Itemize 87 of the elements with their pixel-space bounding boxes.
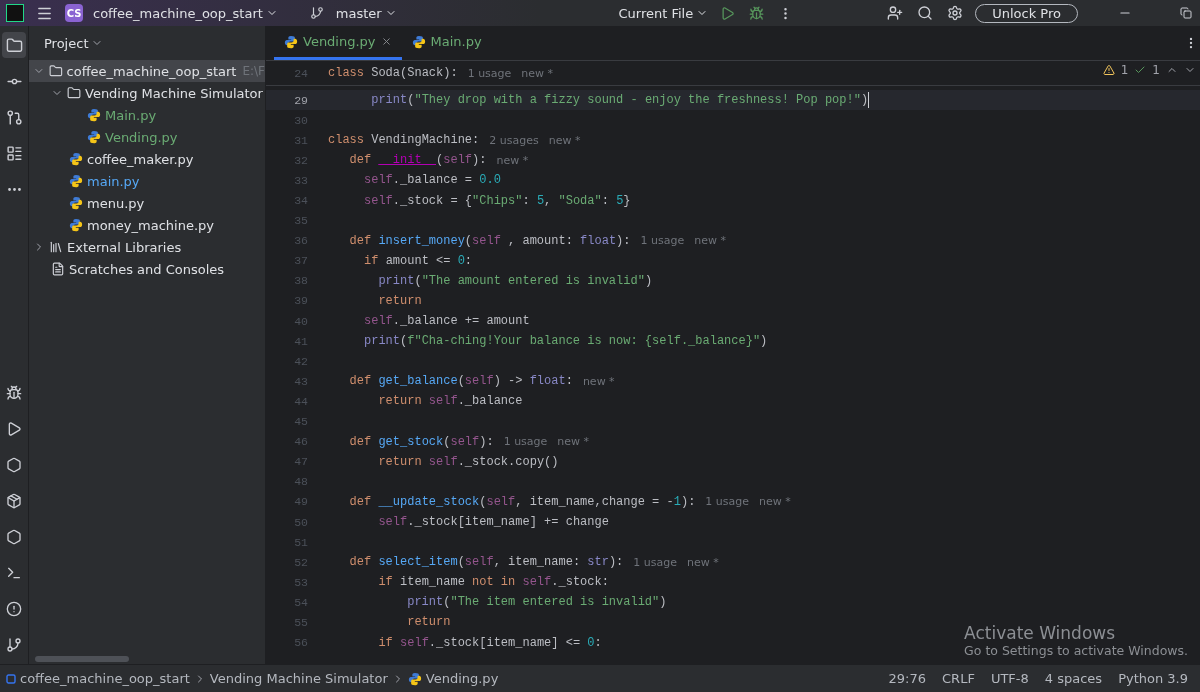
tree-item[interactable]: Scratches and Consoles bbox=[29, 258, 265, 280]
python-file-icon bbox=[69, 196, 83, 210]
warning-icon[interactable] bbox=[1102, 64, 1115, 76]
inlay-hint: new * bbox=[548, 133, 581, 147]
breadcrumb[interactable]: Vending Machine Simulator bbox=[209, 671, 388, 686]
tree-item[interactable]: menu.py bbox=[29, 192, 265, 214]
code-line: print("The amount entered is invalid") bbox=[377, 273, 653, 288]
code-line: return self._stock.copy() bbox=[377, 454, 559, 469]
python-file-icon bbox=[87, 108, 101, 122]
tree-item[interactable]: External Libraries bbox=[29, 236, 265, 258]
module-icon bbox=[6, 673, 16, 684]
code-line: def insert_money(self , amount: float): bbox=[348, 233, 631, 248]
branch-dropdown[interactable]: master bbox=[335, 5, 397, 21]
inlay-hint: new * bbox=[759, 495, 791, 509]
project-icon[interactable] bbox=[2, 32, 26, 58]
inlay-hint: 1 usage bbox=[503, 435, 548, 449]
tree-item[interactable]: Main.py bbox=[29, 104, 265, 126]
inlay-hint: new * bbox=[496, 153, 529, 167]
status-item[interactable]: 29:76 bbox=[882, 671, 933, 686]
code-line: def __init__(self): bbox=[348, 153, 487, 168]
python-file-icon bbox=[284, 34, 298, 49]
breadcrumb[interactable]: coffee_machine_oop_start bbox=[20, 671, 190, 686]
line-number: 29 bbox=[293, 93, 309, 107]
breadcrumb[interactable]: Vending.py bbox=[425, 671, 499, 686]
python-file-icon bbox=[411, 34, 426, 49]
inlay-hint: 1 usage bbox=[705, 495, 750, 509]
text-cursor bbox=[868, 92, 870, 109]
project-dropdown[interactable]: coffee_machine_oop_start bbox=[93, 5, 278, 21]
tree-item[interactable]: money_machine.py bbox=[29, 214, 265, 236]
typo-count: 1 bbox=[1152, 63, 1160, 77]
inlay-hint: new * bbox=[694, 234, 726, 248]
python-file-icon bbox=[69, 152, 83, 166]
code-line: print(f"Cha-ching!Your balance is now: {self._balance}") bbox=[363, 334, 768, 349]
code-line: self._stock[item_name] += change bbox=[377, 515, 609, 529]
status-item[interactable]: UTF-8 bbox=[984, 671, 1035, 686]
code-line: class Soda(Snack): bbox=[328, 66, 458, 80]
code-line: def get_stock(self): bbox=[348, 434, 494, 449]
code-line: if amount <= 0: bbox=[363, 253, 473, 268]
python-file-icon bbox=[407, 671, 422, 686]
python-file-icon bbox=[69, 174, 83, 188]
activation-message: Go to Settings to activate Windows. bbox=[964, 643, 1188, 658]
inlay-hint: 2 usages bbox=[489, 133, 539, 147]
scratches-icon bbox=[51, 262, 65, 276]
code-line: def select_item(self, item_name: str): bbox=[348, 555, 624, 570]
tree-item[interactable]: Vending.py bbox=[29, 126, 265, 148]
folder-icon bbox=[67, 86, 81, 100]
typo-icon[interactable] bbox=[1134, 64, 1147, 76]
code-line: def get_balance(self) -> float: bbox=[348, 374, 573, 389]
code-line: print("They drop with a fizzy sound - enjoy the freshness! Pop pop!") bbox=[370, 93, 869, 108]
activation-title: Activate Windows bbox=[964, 623, 1117, 643]
code-line: class VendingMachine: bbox=[328, 133, 480, 148]
tree-item[interactable]: Vending Machine Simulator bbox=[29, 82, 265, 104]
inlay-hint: new * bbox=[557, 435, 590, 449]
inlay-hint: 1 usage bbox=[467, 66, 512, 80]
inlay-hint: new * bbox=[582, 374, 615, 388]
code-line: if self._stock[item_name] <= 0: bbox=[377, 635, 602, 650]
status-item[interactable]: CRLF bbox=[936, 671, 981, 686]
code-line: if item_name not in self._stock: bbox=[377, 575, 609, 590]
code-line: return bbox=[377, 294, 422, 308]
app-logo-icon bbox=[6, 4, 24, 22]
inlay-hint: 1 usage bbox=[633, 555, 677, 569]
code-line: def __update_stock(self, item_name,change = -1): bbox=[348, 494, 696, 509]
library-icon bbox=[49, 240, 63, 254]
close-icon[interactable] bbox=[380, 36, 392, 47]
code-line: self._balance += amount bbox=[363, 314, 530, 329]
status-item[interactable]: 4 spaces bbox=[1038, 671, 1109, 686]
folder-icon bbox=[48, 64, 63, 78]
status-item[interactable]: Python 3.9 bbox=[1112, 671, 1194, 686]
restore-icon[interactable] bbox=[1178, 5, 1194, 21]
project-badge: CS bbox=[65, 4, 83, 22]
editor-tab[interactable]: Main.py bbox=[401, 26, 492, 60]
code-line: print("The item entered is invalid") bbox=[406, 595, 667, 610]
code-line: self._stock = {"Chips": 5, "Soda": 5} bbox=[363, 193, 631, 208]
inlay-hint: 1 usage bbox=[640, 234, 685, 248]
run-config-dropdown[interactable]: Current File bbox=[618, 5, 709, 21]
python-file-icon bbox=[87, 130, 101, 144]
tree-item[interactable]: coffee_maker.py bbox=[29, 148, 265, 170]
python-file-icon bbox=[69, 218, 83, 232]
tree-item[interactable]: main.py bbox=[29, 170, 265, 192]
code-line: return self._balance bbox=[377, 394, 523, 409]
panel-title[interactable]: Project bbox=[44, 35, 89, 51]
code-line: self._balance = 0.0 bbox=[363, 173, 501, 188]
inlay-hint: new * bbox=[521, 66, 554, 80]
inlay-hint: new * bbox=[687, 555, 719, 569]
code-line: return bbox=[406, 615, 451, 630]
scrollbar[interactable] bbox=[35, 656, 129, 662]
warning-count: 1 bbox=[1120, 63, 1129, 77]
